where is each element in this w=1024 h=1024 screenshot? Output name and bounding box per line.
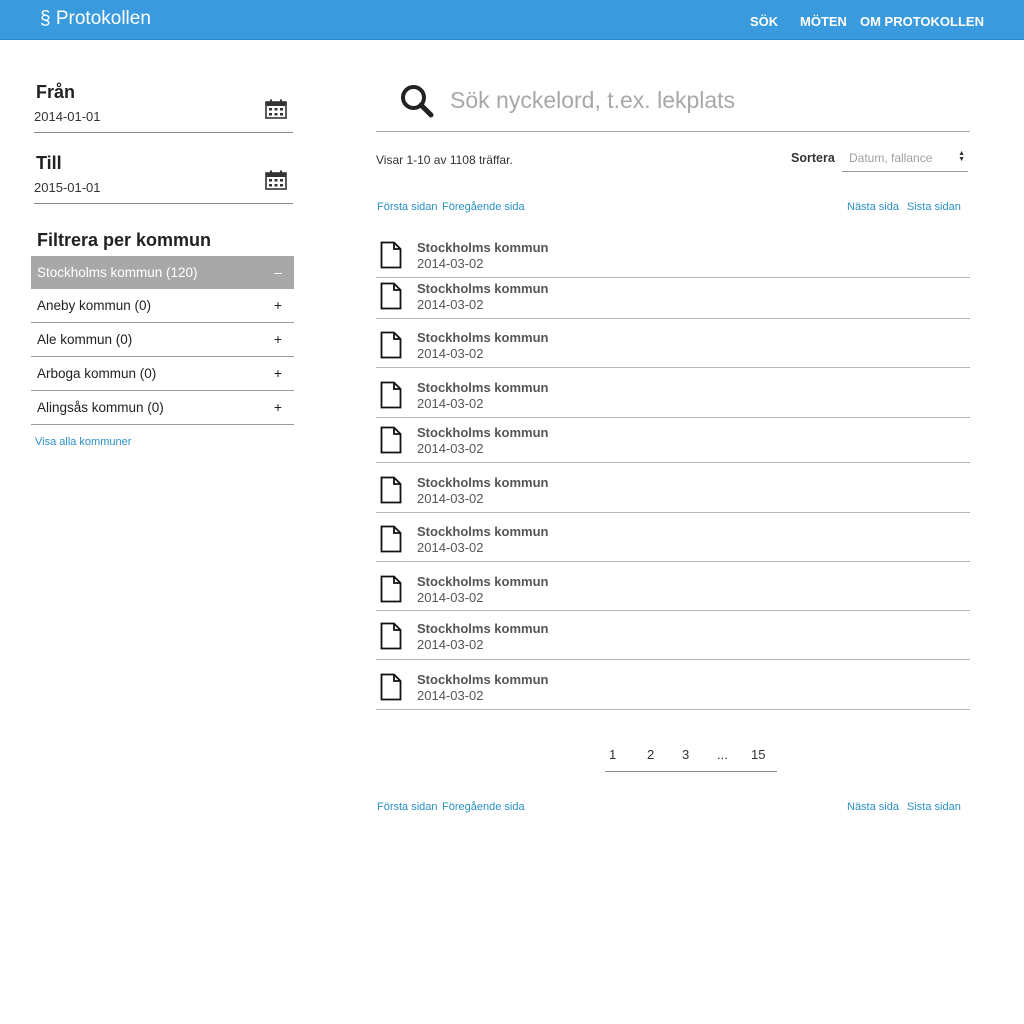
sort-label: Sortera: [791, 151, 835, 165]
to-date-field[interactable]: 2015-01-01: [34, 170, 293, 204]
list-item[interactable]: Stockholms kommun 2014-03-02: [376, 660, 970, 710]
document-icon: [380, 282, 402, 310]
result-title: Stockholms kommun: [417, 672, 549, 687]
filter-item-label: Arboga kommun (0): [37, 366, 157, 381]
filter-item-stockholm[interactable]: Stockholms kommun (120) –: [31, 256, 294, 289]
municipality-filter-list: Stockholms kommun (120) – Aneby kommun (…: [31, 256, 294, 425]
list-item[interactable]: Stockholms kommun 2014-03-02: [376, 319, 970, 368]
result-date: 2014-03-02: [417, 637, 484, 652]
document-icon: [380, 673, 402, 701]
sort-select[interactable]: Datum, fallance ▲ ▼: [842, 146, 968, 172]
brand-logo[interactable]: § Protokollen: [40, 8, 151, 30]
list-item[interactable]: Stockholms kommun 2014-03-02: [376, 513, 970, 562]
show-all-municipalities-link[interactable]: Visa alla kommuner: [35, 436, 131, 448]
result-title: Stockholms kommun: [417, 574, 549, 589]
result-title: Stockholms kommun: [417, 240, 549, 255]
result-title: Stockholms kommun: [417, 475, 549, 490]
search-input[interactable]: [450, 84, 950, 116]
result-title: Stockholms kommun: [417, 621, 549, 636]
to-date-value: 2015-01-01: [34, 180, 101, 195]
list-item[interactable]: Stockholms kommun 2014-03-02: [376, 368, 970, 418]
pagination: 1 2 3 ... 15: [605, 744, 777, 772]
result-date: 2014-03-02: [417, 590, 484, 605]
result-date: 2014-03-02: [417, 256, 484, 271]
document-icon: [380, 525, 402, 553]
expand-icon[interactable]: +: [274, 297, 282, 313]
filter-item-aneby[interactable]: Aneby kommun (0) +: [31, 289, 294, 323]
filter-item-label: Aneby kommun (0): [37, 298, 152, 313]
last-page-link[interactable]: Sista sidan: [907, 201, 961, 213]
filter-item-alingsas[interactable]: Alingsås kommun (0) +: [31, 391, 294, 425]
result-title: Stockholms kommun: [417, 330, 549, 345]
sort-arrows-icon: ▲ ▼: [958, 150, 965, 163]
result-title: Stockholms kommun: [417, 380, 549, 395]
filter-item-arboga[interactable]: Arboga kommun (0) +: [31, 357, 294, 391]
document-icon: [380, 622, 402, 650]
calendar-icon[interactable]: [265, 99, 287, 119]
nav-search[interactable]: SÖK: [750, 14, 778, 29]
from-label: Från: [36, 82, 76, 102]
document-icon: [380, 476, 402, 504]
result-title: Stockholms kommun: [417, 524, 549, 539]
result-date: 2014-03-02: [417, 688, 484, 703]
sort-selected-value: Datum, fallance: [849, 151, 933, 165]
result-date: 2014-03-02: [417, 297, 484, 312]
result-date: 2014-03-02: [417, 540, 484, 555]
list-item[interactable]: Stockholms kommun 2014-03-02: [376, 278, 970, 319]
from-date-field[interactable]: 2014-01-01: [34, 99, 293, 133]
list-item[interactable]: Stockholms kommun 2014-03-02: [376, 562, 970, 611]
page-2[interactable]: 2: [647, 747, 654, 762]
page-ellipsis: ...: [717, 747, 728, 762]
expand-icon[interactable]: +: [274, 399, 282, 415]
nav-meetings[interactable]: MÖTEN: [800, 14, 847, 29]
filter-item-label: Stockholms kommun (120): [37, 265, 198, 280]
document-icon: [380, 381, 402, 409]
list-item[interactable]: Stockholms kommun 2014-03-02: [376, 611, 970, 660]
to-label: Till: [36, 153, 62, 173]
list-item[interactable]: Stockholms kommun 2014-03-02: [376, 463, 970, 513]
list-item[interactable]: Stockholms kommun 2014-03-02: [376, 418, 970, 463]
results-count: Visar 1-10 av 1108 träffar.: [376, 153, 513, 167]
filter-heading: Filtrera per kommun: [37, 230, 212, 250]
result-date: 2014-03-02: [417, 441, 484, 456]
page-15[interactable]: 15: [751, 747, 765, 762]
first-page-link[interactable]: Första sidan: [377, 801, 438, 813]
nav-about[interactable]: OM PROTOKOLLEN: [860, 14, 984, 29]
search-icon[interactable]: [400, 84, 434, 118]
document-icon: [380, 575, 402, 603]
result-date: 2014-03-02: [417, 491, 484, 506]
document-icon: [380, 426, 402, 454]
result-title: Stockholms kommun: [417, 281, 549, 296]
last-page-link[interactable]: Sista sidan: [907, 801, 961, 813]
from-date-value: 2014-01-01: [34, 109, 101, 124]
document-icon: [380, 241, 402, 269]
filter-item-label: Alingsås kommun (0): [37, 400, 164, 415]
page-1[interactable]: 1: [609, 747, 616, 762]
next-page-link[interactable]: Nästa sida: [847, 801, 899, 813]
top-navigation-bar: § Protokollen SÖK MÖTEN OM PROTOKOLLEN: [0, 0, 1024, 40]
filter-item-ale[interactable]: Ale kommun (0) +: [31, 323, 294, 357]
page-3[interactable]: 3: [682, 747, 689, 762]
expand-icon[interactable]: +: [274, 365, 282, 381]
result-date: 2014-03-02: [417, 346, 484, 361]
result-title: Stockholms kommun: [417, 425, 549, 440]
first-page-link[interactable]: Första sidan: [377, 201, 438, 213]
previous-page-link[interactable]: Föregående sida: [442, 801, 525, 813]
search-bar: [376, 70, 970, 132]
list-item[interactable]: Stockholms kommun 2014-03-02: [376, 236, 970, 278]
expand-icon[interactable]: +: [274, 331, 282, 347]
collapse-icon[interactable]: –: [274, 264, 282, 280]
document-icon: [380, 331, 402, 359]
filter-item-label: Ale kommun (0): [37, 332, 133, 347]
result-date: 2014-03-02: [417, 396, 484, 411]
previous-page-link[interactable]: Föregående sida: [442, 201, 525, 213]
next-page-link[interactable]: Nästa sida: [847, 201, 899, 213]
calendar-icon[interactable]: [265, 170, 287, 190]
